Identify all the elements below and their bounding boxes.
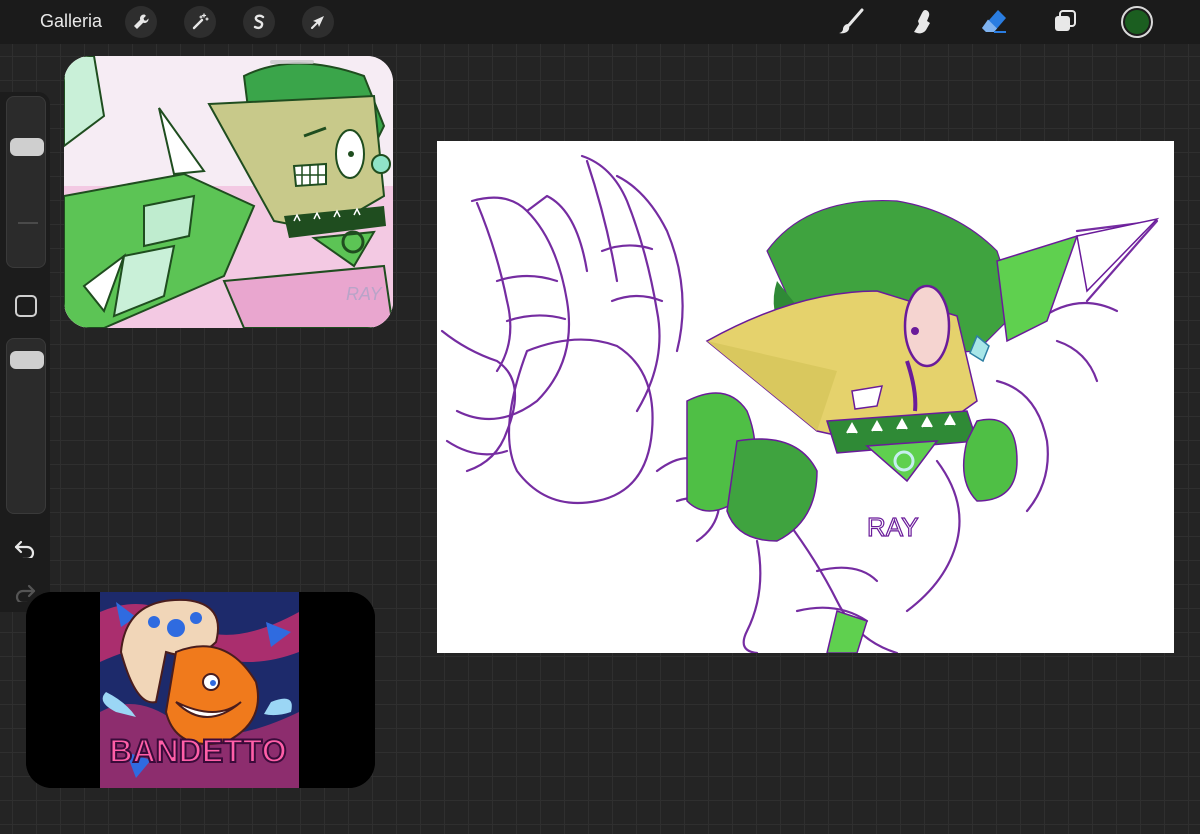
eraser-icon: [982, 10, 1006, 33]
color-picker-button[interactable]: [1121, 6, 1153, 38]
brush-icon: [839, 8, 864, 34]
smudge-tool-button[interactable]: [905, 4, 941, 40]
reference-window-2[interactable]: BANDETTO: [26, 592, 375, 788]
reference-window-1[interactable]: RAY: [64, 56, 393, 328]
opacity-slider[interactable]: [6, 338, 46, 514]
modifier-square-button[interactable]: [15, 295, 37, 317]
eraser-tool-button[interactable]: [976, 4, 1012, 40]
magic-wand-icon: [192, 13, 209, 30]
canvas-artwork: RAY: [437, 141, 1174, 653]
drawing-canvas[interactable]: RAY: [437, 141, 1174, 653]
selection-button[interactable]: [243, 6, 275, 38]
current-color-swatch: [1125, 10, 1149, 34]
reference-image-2: BANDETTO: [26, 592, 375, 788]
gallery-button[interactable]: Galleria: [40, 11, 102, 32]
adjustments-button[interactable]: [184, 6, 216, 38]
paint-tool-button[interactable]: [834, 4, 870, 40]
transform-button[interactable]: [302, 6, 334, 38]
reference-image-1: RAY: [64, 56, 393, 328]
undo-icon: [14, 540, 35, 558]
arrow-icon: [311, 16, 324, 29]
actions-button[interactable]: [125, 6, 157, 38]
layers-button[interactable]: [1047, 4, 1083, 40]
brush-size-slider[interactable]: [6, 96, 46, 268]
opacity-thumb[interactable]: [10, 350, 44, 369]
brush-size-thumb[interactable]: [10, 137, 44, 156]
window-grab-handle[interactable]: [270, 60, 314, 64]
wrench-icon: [134, 14, 149, 29]
canvas-signature: RAY: [867, 512, 919, 542]
ref1-signature: RAY: [346, 284, 384, 304]
undo-button[interactable]: [11, 534, 39, 562]
layers-icon: [1055, 10, 1076, 31]
top-toolbar: Galleria: [0, 0, 1200, 44]
brush-size-tick: [18, 222, 38, 224]
smudge-icon: [914, 10, 930, 34]
selection-icon: [253, 14, 265, 30]
left-sidebar: [0, 92, 50, 612]
ref2-logo-text: BANDETTO: [109, 733, 286, 769]
